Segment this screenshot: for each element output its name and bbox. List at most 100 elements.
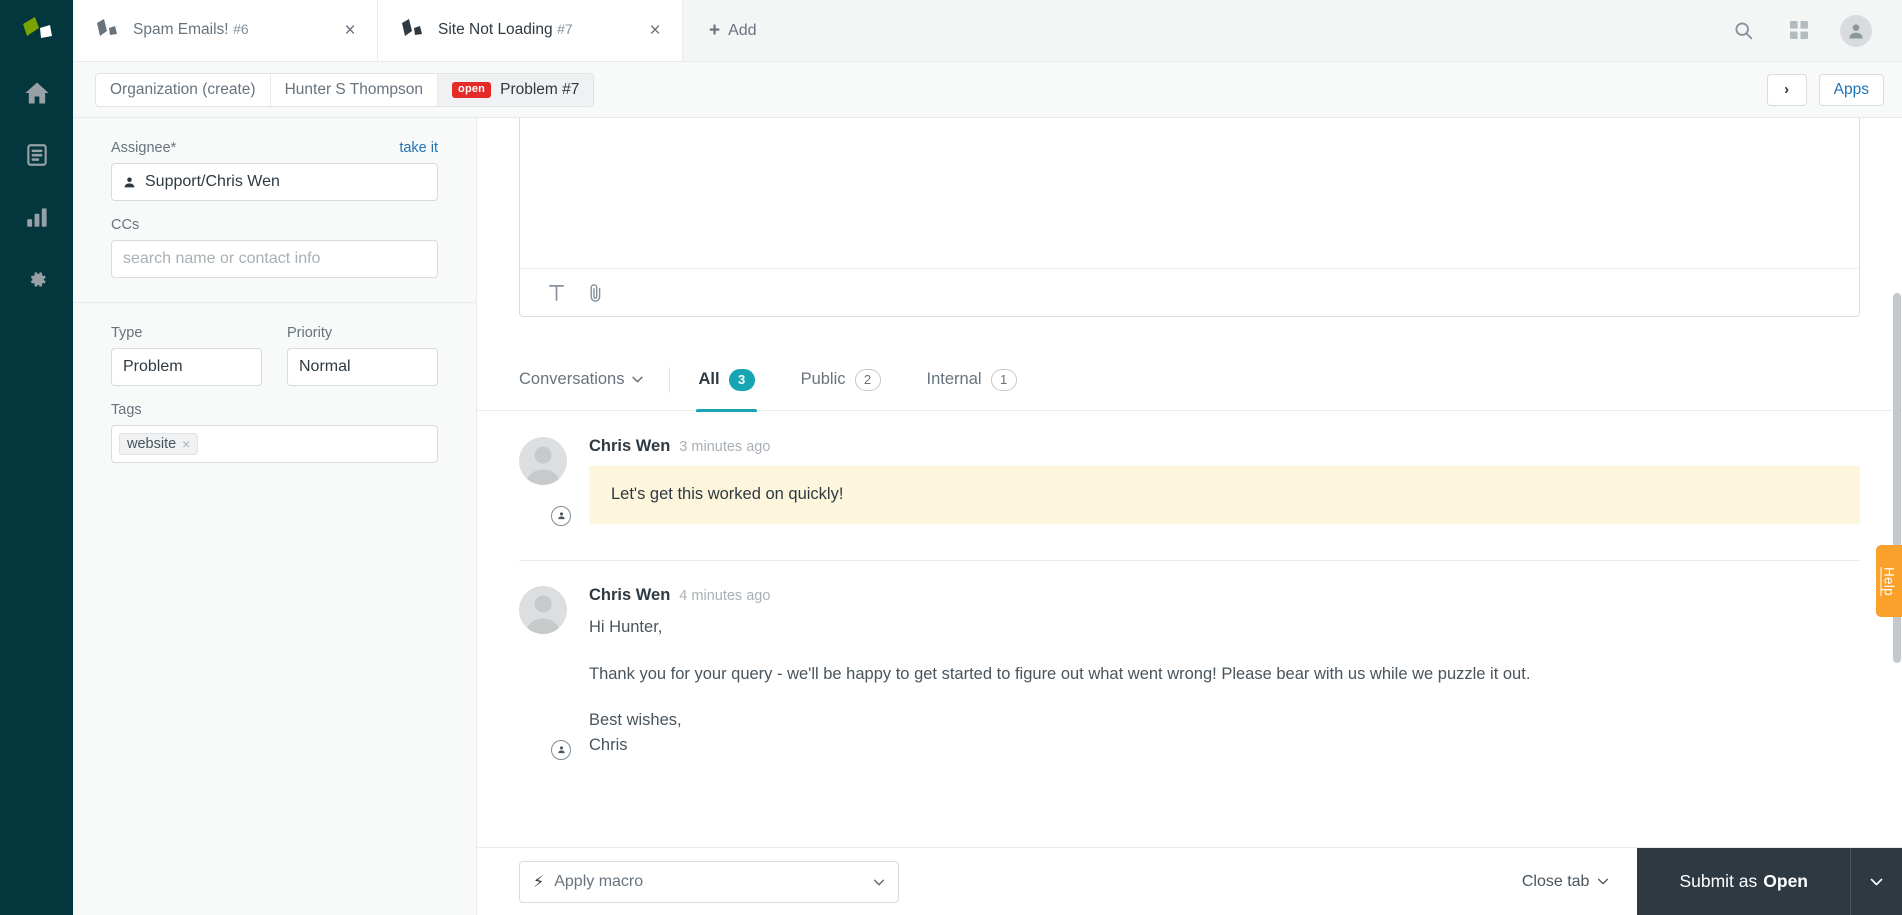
type-select[interactable]: Problem [111, 348, 262, 386]
ticket-properties-panel: Assignee* take it Support/Chris Wen CCs … [73, 118, 477, 915]
priority-value: Normal [299, 358, 351, 375]
ccs-placeholder: search name or contact info [123, 250, 321, 267]
submit-prefix: Submit as [1679, 871, 1758, 891]
next-ticket-button[interactable]: › [1766, 73, 1807, 106]
search-icon[interactable] [1728, 16, 1758, 46]
breadcrumb-label: Problem #7 [500, 80, 580, 98]
tabbar-actions [1728, 0, 1902, 61]
sidebar-item-reporting[interactable] [0, 186, 73, 248]
ticket-tab-title: Spam Emails! [133, 21, 229, 39]
tab-all[interactable]: All 3 [696, 349, 757, 412]
avatar [519, 437, 571, 526]
problem-ticket-icon [95, 17, 123, 44]
type-field: Type Problem [111, 325, 262, 386]
tag-chip[interactable]: website × [119, 433, 199, 455]
zendesk-logo[interactable] [0, 0, 73, 62]
ticket-tab-text: Spam Emails! #6 [133, 21, 331, 39]
text-format-icon[interactable] [548, 283, 565, 302]
priority-select[interactable]: Normal [287, 348, 438, 386]
close-tab-button[interactable]: Close tab [1522, 873, 1610, 891]
sidebar-item-home[interactable] [0, 62, 73, 124]
ticket-body: Assignee* take it Support/Chris Wen CCs … [73, 118, 1902, 915]
tab-public-count: 2 [854, 368, 881, 391]
conversations-dropdown-label: Conversations [519, 370, 625, 388]
close-icon[interactable]: × [337, 18, 363, 44]
close-tab-label: Close tab [1521, 872, 1590, 890]
apply-macro-select[interactable]: ⚡ Apply macro [519, 860, 899, 903]
breadcrumb: Organization (create) Hunter S Thompson … [95, 72, 595, 107]
apply-macro-placeholder: Apply macro [554, 872, 644, 890]
close-icon[interactable]: × [642, 18, 668, 44]
conversations-dropdown[interactable]: Conversations [519, 370, 644, 389]
conversation-tabs: Conversations All 3 Public 2 Internal 1 [477, 349, 1902, 412]
tab-internal[interactable]: Internal 1 [925, 349, 1019, 411]
left-nav-rail [0, 0, 73, 915]
remove-tag-icon[interactable]: × [182, 436, 190, 452]
comment-signature: Chris [589, 736, 628, 755]
conversation-scrollbar[interactable] [1892, 118, 1902, 847]
submit-state: Open [1763, 871, 1808, 891]
type-label: Type [111, 325, 143, 341]
comment-header: Chris Wen 3 minutes ago [589, 437, 1860, 456]
assignee-label-row: Assignee* take it [111, 140, 438, 156]
conversation-panel: Conversations All 3 Public 2 Internal 1 … [477, 118, 1902, 915]
breadcrumb-label: Hunter S Thompson [284, 80, 424, 98]
chevron-down-icon [1870, 878, 1883, 885]
take-it-link[interactable]: take it [399, 140, 438, 156]
conversation-scroll-area: Conversations All 3 Public 2 Internal 1 … [477, 118, 1902, 847]
add-tab-button[interactable]: + Add [683, 0, 783, 61]
comment-greeting: Hi Hunter, [589, 617, 663, 636]
tags-field: Tags website × [111, 402, 438, 463]
submit-group: Submit as Open [1637, 847, 1902, 915]
internal-note-text: Let's get this worked on quickly! [589, 466, 1860, 524]
comment-item: Chris Wen 3 minutes ago Let's get this w… [519, 411, 1860, 526]
breadcrumb-actions: › Apps [1766, 73, 1884, 106]
comment-paragraph: Thank you for your query - we'll be happ… [589, 664, 1531, 683]
ccs-input[interactable]: search name or contact info [111, 240, 438, 278]
comment-author: Chris Wen [589, 585, 671, 604]
type-label-row: Type [111, 325, 262, 341]
ticket-tab-number: #7 [557, 21, 573, 38]
help-tab-button[interactable]: Help [1876, 545, 1902, 617]
sidebar-item-views[interactable] [0, 124, 73, 186]
ticket-tab-spam-emails[interactable]: Spam Emails! #6 × [73, 0, 378, 62]
ticket-tab-bar: Spam Emails! #6 × Site Not Loading #7 × [73, 0, 1902, 62]
tab-all-count: 3 [728, 368, 755, 391]
tab-public-label: Public [800, 370, 846, 388]
plus-icon: + [709, 20, 721, 41]
breadcrumb-item-organization[interactable]: Organization (create) [96, 73, 271, 106]
tabbar-spacer [783, 0, 1728, 61]
ticket-tab-site-not-loading[interactable]: Site Not Loading #7 × [378, 0, 683, 61]
ccs-label-row: CCs [111, 217, 438, 233]
attachment-paperclip-icon[interactable] [587, 283, 604, 303]
comment-signoff-block: Best wishes, Chris [589, 708, 1860, 758]
breadcrumb-item-requester[interactable]: Hunter S Thompson [271, 73, 439, 106]
reply-textarea[interactable] [520, 118, 1859, 268]
avatar-image [519, 437, 567, 485]
comment-timestamp: 4 minutes ago [679, 587, 771, 604]
breadcrumb-item-ticket[interactable]: open Problem #7 [438, 73, 594, 106]
user-avatar[interactable] [1840, 14, 1872, 47]
priority-field: Priority Normal [287, 325, 438, 386]
apps-panel-button[interactable]: Apps [1818, 73, 1884, 106]
assignee-input[interactable]: Support/Chris Wen [111, 163, 438, 201]
zendesk-agent-window: Spam Emails! #6 × Site Not Loading #7 × [0, 0, 1902, 915]
agent-badge-icon [551, 739, 571, 760]
submit-button[interactable]: Submit as Open [1637, 847, 1850, 915]
comment-header: Chris Wen 4 minutes ago [589, 586, 1860, 605]
comment-signoff: Best wishes, [589, 711, 682, 730]
breadcrumb-label: Organization (create) [110, 80, 256, 98]
type-value: Problem [123, 358, 183, 375]
chevron-down-icon [1598, 878, 1609, 885]
status-badge: open [452, 81, 492, 98]
comment-text: Hi Hunter, Thank you for your query - we… [589, 615, 1860, 758]
tags-input[interactable]: website × [111, 425, 438, 463]
apps-grid-icon[interactable] [1784, 16, 1814, 46]
add-tab-label: Add [728, 21, 757, 39]
comment-body: Chris Wen 4 minutes ago Hi Hunter, Thank… [589, 586, 1860, 758]
tags-label-row: Tags [111, 402, 438, 418]
submit-options-button[interactable] [1850, 847, 1902, 915]
sidebar-item-admin[interactable] [0, 248, 73, 310]
tab-public[interactable]: Public 2 [799, 349, 883, 411]
chevron-right-icon: › [1784, 81, 1790, 98]
